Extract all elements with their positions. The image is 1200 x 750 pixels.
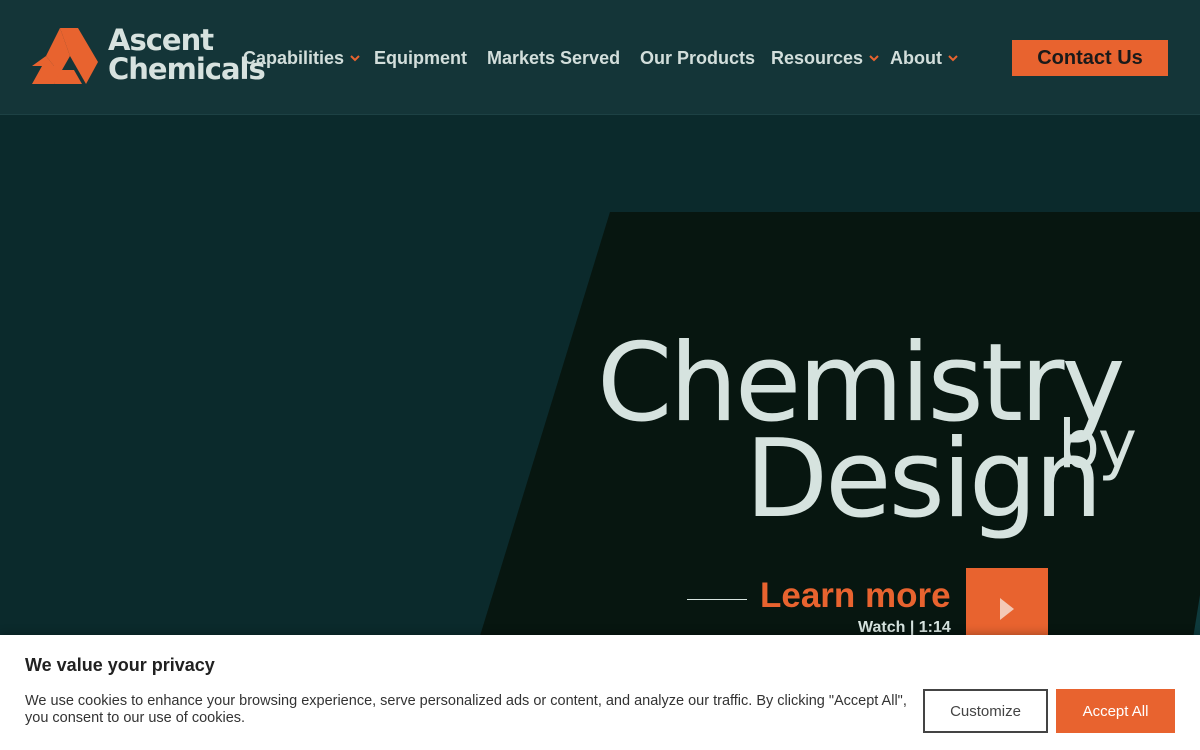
customize-button[interactable]: Customize bbox=[923, 689, 1048, 733]
brand-logo[interactable]: Ascent Chemicals bbox=[30, 26, 266, 88]
nav-item-our-products[interactable]: Our Products bbox=[640, 45, 755, 71]
nav-item-equipment[interactable]: Equipment bbox=[374, 45, 467, 71]
logo-mark-icon bbox=[32, 28, 98, 84]
learn-more-link[interactable]: Learn more bbox=[760, 575, 951, 617]
nav-item-label: Capabilities bbox=[243, 47, 345, 68]
chevron-down-icon bbox=[948, 55, 958, 62]
cta-divider bbox=[687, 599, 747, 600]
accept-all-button[interactable]: Accept All bbox=[1056, 689, 1175, 733]
play-icon bbox=[1000, 598, 1014, 620]
page: Ascent Chemicals Capabilities Equipment … bbox=[0, 0, 1200, 750]
site-header: Ascent Chemicals Capabilities Equipment … bbox=[0, 0, 1200, 115]
cookie-title: We value your privacy bbox=[25, 655, 215, 675]
nav-item-label: Resources bbox=[771, 47, 864, 68]
nav-item-label: Equipment bbox=[374, 47, 467, 68]
hero-headline-design: Design bbox=[745, 417, 1103, 542]
chevron-down-icon bbox=[350, 55, 360, 62]
nav-item-label: Markets Served bbox=[487, 47, 621, 68]
chevron-down-icon bbox=[869, 55, 879, 62]
nav-item-markets-served[interactable]: Markets Served bbox=[487, 45, 620, 71]
brand-name-line1: Ascent bbox=[108, 23, 214, 57]
brand-name-line2: Chemicals bbox=[108, 52, 266, 86]
nav-item-resources[interactable]: Resources bbox=[771, 45, 880, 71]
cookie-consent-banner: We value your privacy We use cookies to … bbox=[0, 635, 1200, 750]
nav-item-about[interactable]: About bbox=[890, 45, 959, 71]
nav-item-label: About bbox=[890, 47, 942, 68]
contact-us-button[interactable]: Contact Us bbox=[1012, 40, 1168, 76]
brand-name: Ascent Chemicals bbox=[108, 23, 266, 86]
nav-item-label: Our Products bbox=[640, 47, 756, 68]
cookie-description: We use cookies to enhance your browsing … bbox=[25, 693, 907, 726]
nav-item-capabilities[interactable]: Capabilities bbox=[243, 45, 361, 71]
